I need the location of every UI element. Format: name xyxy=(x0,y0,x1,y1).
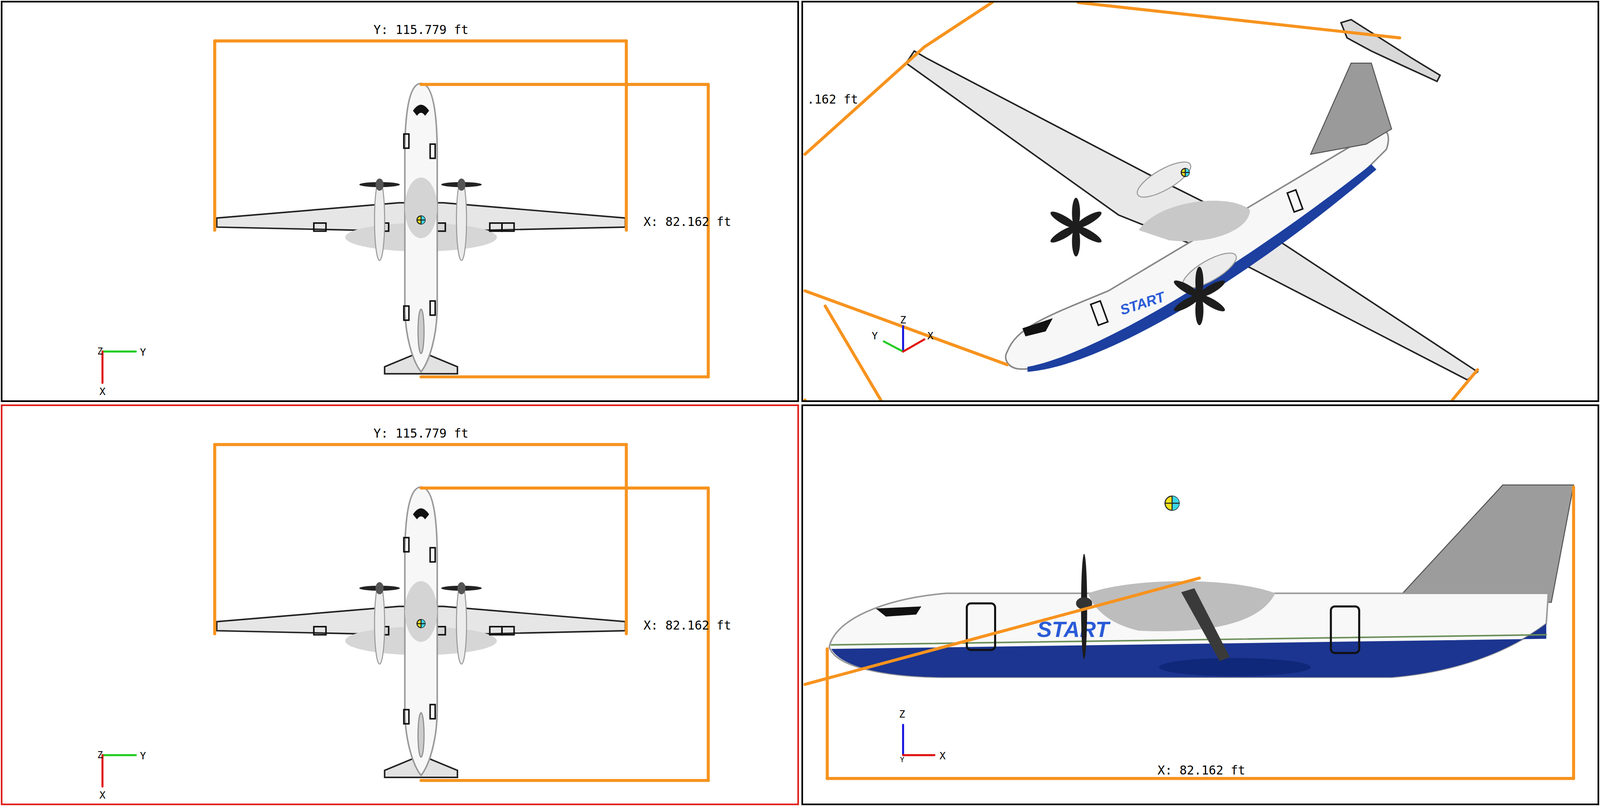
label: Z xyxy=(97,749,103,760)
propeller-icon xyxy=(441,178,482,191)
viewport[interactable]: Y: 115.779 ft X: 82.162 ft Z Y X xyxy=(0,0,799,402)
label: X: 82.162 ft xyxy=(643,214,732,229)
label: Y xyxy=(871,329,878,342)
propeller-icon xyxy=(1075,553,1230,661)
label: Y: 115.779 ft xyxy=(373,22,469,37)
aircraft-iso: START xyxy=(905,19,1478,380)
viewport-canvas[interactable]: START X: 82.162 ft Z Y X xyxy=(803,405,1598,804)
label: Y: 115.779 ft xyxy=(373,425,469,440)
label: X xyxy=(927,329,934,342)
axis-triad-icon: Z Y X xyxy=(871,313,934,352)
cg-marker-icon xyxy=(416,618,426,628)
label: START xyxy=(1117,288,1168,318)
label: Y xyxy=(139,749,147,761)
label: X xyxy=(99,788,106,801)
propeller-icon xyxy=(441,581,482,595)
propeller-icon xyxy=(359,581,400,595)
viewport-canvas[interactable]: Y: 115.779 ft X: 82.162 ft Z Y X xyxy=(2,2,798,401)
propeller-icon xyxy=(1048,197,1104,257)
label: Z xyxy=(97,345,103,357)
label: X xyxy=(99,385,106,398)
cg-marker-icon xyxy=(1181,168,1190,177)
aircraft-top xyxy=(216,83,626,374)
cg-marker-icon xyxy=(1164,495,1180,511)
label: X: 82.162 ft xyxy=(1157,762,1245,777)
propeller-icon xyxy=(359,178,400,191)
axis-triad-icon: Z Y X xyxy=(97,345,147,398)
label: Z xyxy=(898,707,905,720)
aircraft-top xyxy=(216,486,626,777)
viewport-canvas[interactable]: START .162 ft Z Y X xyxy=(803,2,1598,401)
viewport[interactable]: START .162 ft Z Y X xyxy=(801,0,1600,402)
label: X: 82.162 ft xyxy=(643,617,732,633)
propeller-icon xyxy=(1171,266,1227,325)
viewport-grid: Y: 115.779 ft X: 82.162 ft Z Y X START .162 ft… xyxy=(0,0,1600,806)
axis-triad-icon: Z Y X xyxy=(97,749,147,801)
label: Y xyxy=(900,755,905,764)
label: Z xyxy=(900,313,907,326)
axis-triad-icon: Z Y X xyxy=(898,707,946,764)
label: START xyxy=(1036,616,1111,642)
cg-marker-icon xyxy=(416,216,426,225)
label: .162 ft xyxy=(806,92,858,107)
viewport[interactable]: Y: 115.779 ft X: 82.162 ft Z Y X xyxy=(0,404,799,806)
label: Y xyxy=(139,346,147,358)
viewport-canvas[interactable]: Y: 115.779 ft X: 82.162 ft Z Y X xyxy=(2,405,798,804)
label: X xyxy=(939,749,946,761)
viewport[interactable]: START X: 82.162 ft Z Y X xyxy=(801,404,1600,806)
